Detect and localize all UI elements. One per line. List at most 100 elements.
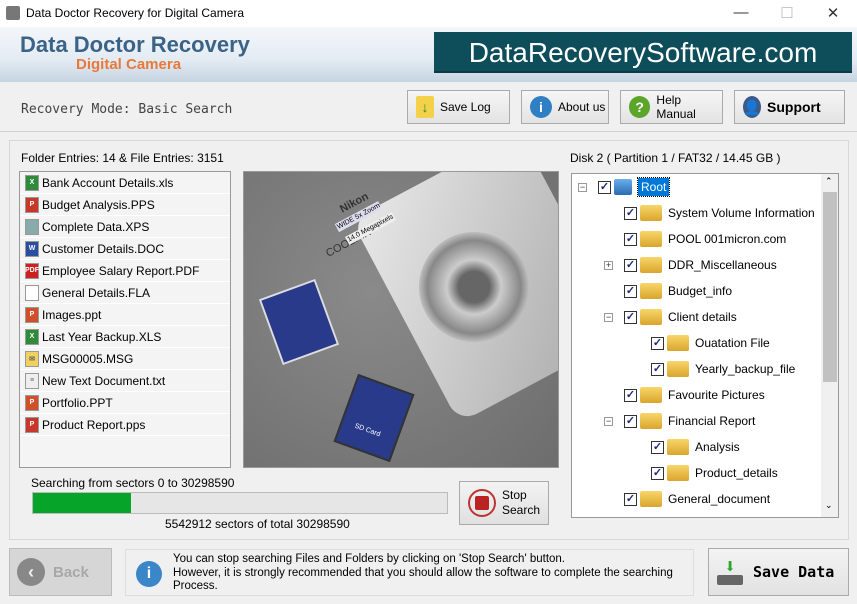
save-log-button[interactable]: ↓ Save Log (407, 90, 510, 124)
close-button[interactable]: ✕ (818, 4, 848, 22)
tree-node-label: POOL 001micron.com (668, 232, 786, 246)
folder-icon (640, 413, 662, 429)
checkbox[interactable]: ✓ (624, 493, 637, 506)
folder-icon (667, 335, 689, 351)
file-list-item[interactable]: PBudget Analysis.PPS (20, 194, 230, 216)
maximize-button[interactable]: ☐ (772, 4, 802, 22)
file-list-item[interactable]: XBank Account Details.xls (20, 172, 230, 194)
recovery-mode-label: Recovery Mode: Basic Search (21, 102, 232, 117)
help-icon: ? (629, 96, 650, 118)
back-button[interactable]: ‹ Back (9, 548, 112, 596)
tree-node-label: System Volume Information (668, 206, 815, 220)
checkbox[interactable]: ✓ (598, 181, 611, 194)
ppt-icon: P (25, 307, 39, 323)
tree-scrollbar[interactable]: ⌃ ⌄ (821, 174, 838, 517)
info-message: i You can stop searching Files and Folde… (125, 549, 694, 596)
tree-node[interactable]: ✓ System Volume Information (624, 203, 815, 223)
file-name: Employee Salary Report.PDF (42, 264, 199, 278)
tree-node[interactable]: ✓Financial Report (624, 411, 755, 431)
excel-icon: X (25, 175, 39, 191)
save-data-button[interactable]: ⬇ Save Data (708, 548, 849, 596)
tree-node[interactable]: ✓ Analysis (651, 437, 740, 457)
help-manual-button[interactable]: ? Help Manual (620, 90, 723, 124)
file-name: Budget Analysis.PPS (42, 198, 155, 212)
stop-label-2: Search (502, 503, 540, 517)
scroll-up-icon[interactable]: ⌃ (825, 176, 833, 187)
file-name: Product Report.pps (42, 418, 145, 432)
checkbox[interactable]: ✓ (624, 259, 637, 272)
file-list-item[interactable]: XLast Year Backup.XLS (20, 326, 230, 348)
file-list[interactable]: XBank Account Details.xlsPBudget Analysi… (19, 171, 231, 468)
checkbox[interactable]: ✓ (651, 441, 664, 454)
tree-node-label: Yearly_backup_file (695, 362, 795, 376)
entries-summary: Folder Entries: 14 & File Entries: 3151 (21, 151, 224, 165)
folder-icon (640, 231, 662, 247)
file-name: New Text Document.txt (42, 374, 165, 388)
expand-icon[interactable]: + (604, 261, 613, 270)
progress-bar (32, 492, 448, 514)
tree-node[interactable]: ✓ POOL 001micron.com (624, 229, 786, 249)
folder-icon (667, 465, 689, 481)
scrollbar-thumb[interactable] (823, 192, 837, 382)
tree-node[interactable]: ✓ Yearly_backup_file (651, 359, 795, 379)
file-name: Customer Details.DOC (42, 242, 164, 256)
file-list-item[interactable]: ≡New Text Document.txt (20, 370, 230, 392)
tree-node[interactable]: ✓ General_document (624, 489, 770, 509)
checkbox[interactable]: ✓ (624, 233, 637, 246)
xps-icon (25, 219, 39, 235)
tree-node-label: General_document (668, 492, 770, 506)
brand-title: Data Doctor Recovery (20, 32, 250, 58)
stop-search-button[interactable]: StopSearch (459, 481, 549, 525)
checkbox[interactable]: ✓ (624, 415, 637, 428)
checkbox[interactable]: ✓ (651, 337, 664, 350)
folder-tree[interactable]: −✓Root✓System Volume Information✓POOL 00… (571, 173, 839, 518)
disk-label: Disk 2 ( Partition 1 / FAT32 / 14.45 GB … (570, 151, 781, 165)
text-file-icon: ≡ (25, 373, 39, 389)
minimize-button[interactable]: — (726, 4, 756, 22)
search-range-label: Searching from sectors 0 to 30298590 (31, 476, 234, 490)
checkbox[interactable]: ✓ (651, 467, 664, 480)
tree-node-label: Analysis (695, 440, 740, 454)
file-list-item[interactable]: ✉MSG00005.MSG (20, 348, 230, 370)
tree-node[interactable]: ✓Client details (624, 307, 737, 327)
toolbar: Recovery Mode: Basic Search ↓ Save Log i… (0, 82, 857, 132)
collapse-icon[interactable]: − (604, 417, 613, 426)
header-banner: Data Doctor Recovery Digital Camera Data… (0, 27, 857, 82)
computer-icon (614, 179, 632, 195)
file-list-item[interactable]: General Details.FLA (20, 282, 230, 304)
checkbox[interactable]: ✓ (624, 207, 637, 220)
excel-icon: X (25, 329, 39, 345)
sector-status: 5542912 sectors of total 30298590 (165, 517, 350, 531)
file-list-item[interactable]: PDFEmployee Salary Report.PDF (20, 260, 230, 282)
collapse-icon[interactable]: − (578, 183, 587, 192)
file-list-item[interactable]: PProduct Report.pps (20, 414, 230, 436)
tree-node[interactable]: ✓Product_details (651, 463, 778, 483)
file-name: Portfolio.PPT (42, 396, 113, 410)
support-button[interactable]: 👤 Support (734, 90, 845, 124)
scroll-down-icon[interactable]: ⌄ (825, 500, 833, 511)
tree-node[interactable]: ✓ DDR_Miscellaneous (624, 255, 777, 275)
tree-node-label: DDR_Miscellaneous (668, 258, 777, 272)
file-list-item[interactable]: Complete Data.XPS (20, 216, 230, 238)
tree-node[interactable]: ✓Root (598, 177, 669, 197)
checkbox[interactable]: ✓ (624, 389, 637, 402)
checkbox[interactable]: ✓ (624, 285, 637, 298)
tree-node[interactable]: ✓Ouatation File (651, 333, 770, 353)
about-us-button[interactable]: i About us (521, 90, 609, 124)
file-name: Last Year Backup.XLS (42, 330, 161, 344)
pdf-icon: PDF (25, 263, 39, 279)
checkbox[interactable]: ✓ (651, 363, 664, 376)
file-list-item[interactable]: WCustomer Details.DOC (20, 238, 230, 260)
collapse-icon[interactable]: − (604, 313, 613, 322)
file-name: Bank Account Details.xls (42, 176, 173, 190)
folder-icon (640, 491, 662, 507)
save-download-icon: ⬇ (717, 557, 743, 587)
tree-node[interactable]: ✓Budget_info (624, 281, 732, 301)
help-manual-label: Help Manual (656, 93, 722, 121)
file-list-item[interactable]: PPortfolio.PPT (20, 392, 230, 414)
file-list-item[interactable]: PImages.ppt (20, 304, 230, 326)
file-name: Complete Data.XPS (42, 220, 149, 234)
support-label: Support (767, 99, 821, 115)
tree-node[interactable]: ✓Favourite Pictures (624, 385, 765, 405)
checkbox[interactable]: ✓ (624, 311, 637, 324)
